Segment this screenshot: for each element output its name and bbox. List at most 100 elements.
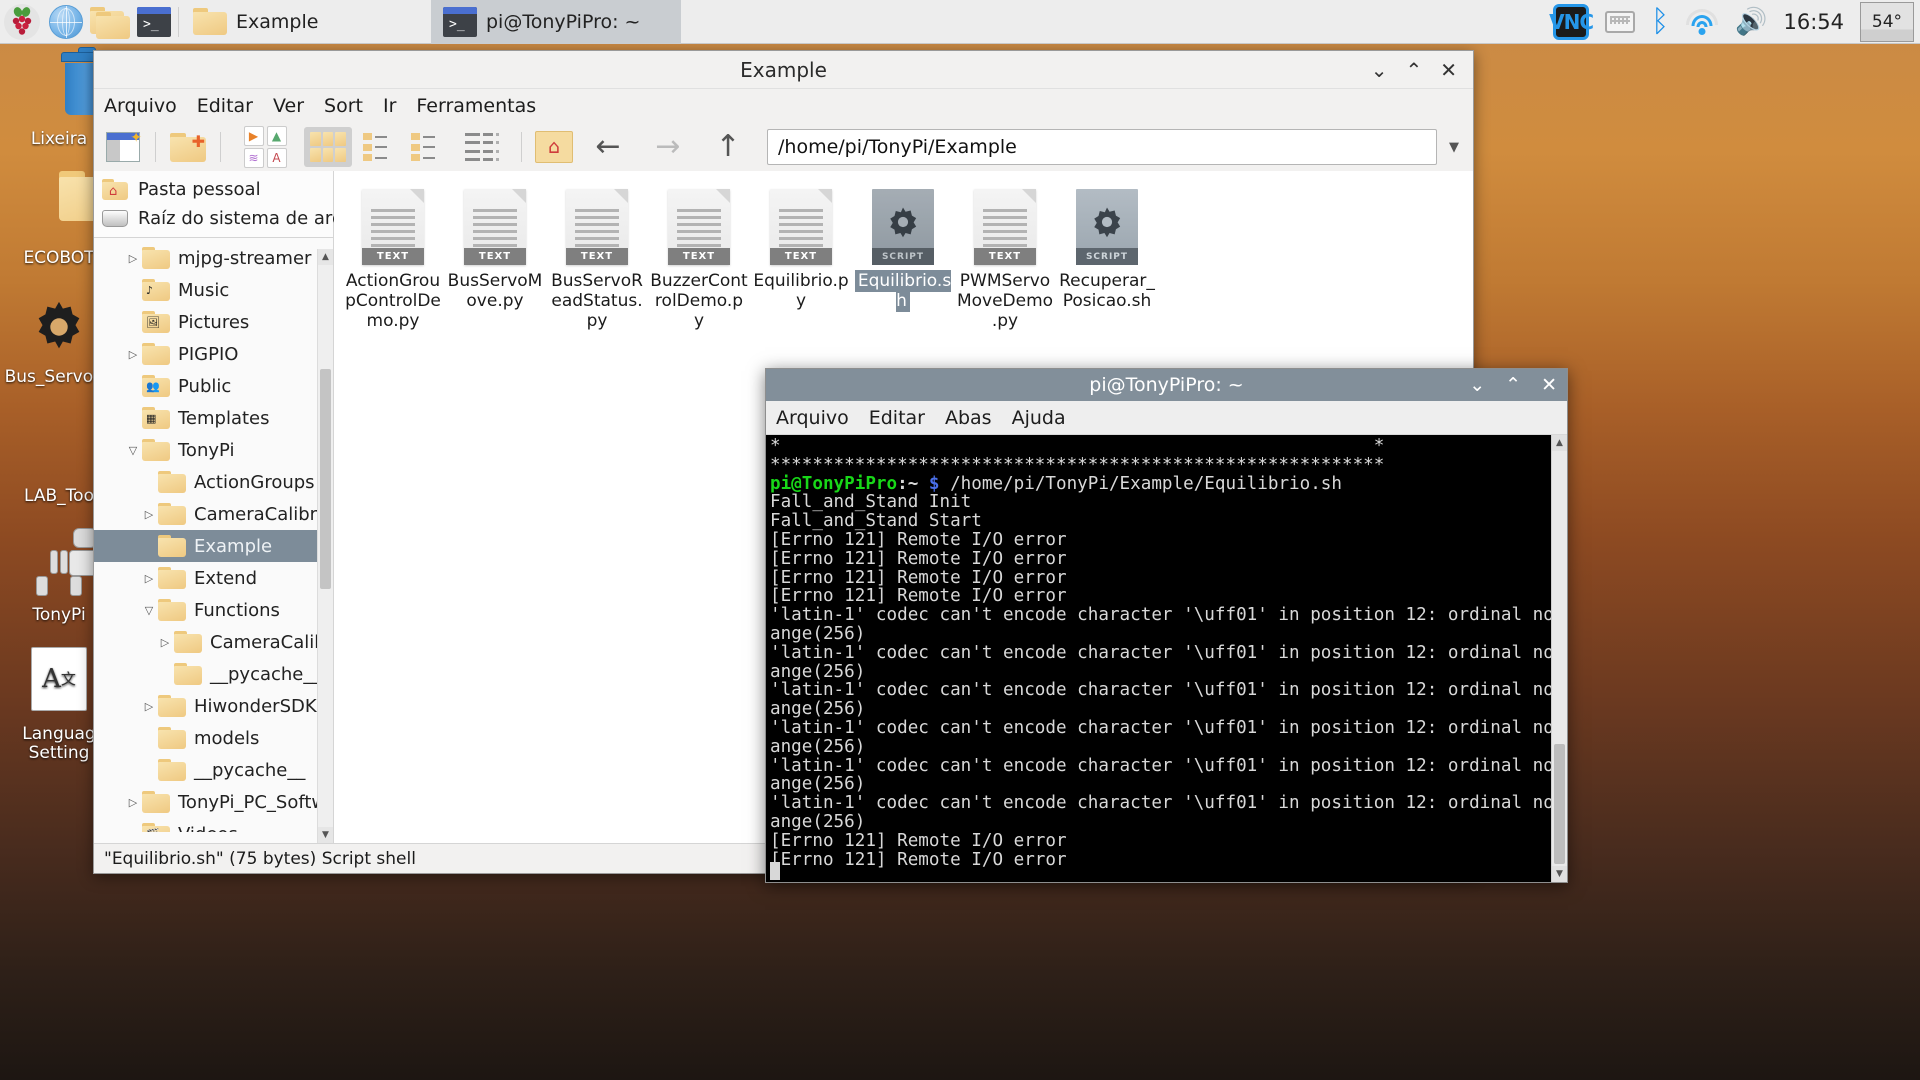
media-filters-button[interactable]: ▶ ▲ ≋ A [232, 126, 298, 168]
tree-item-models[interactable]: models [94, 722, 333, 754]
terminal-launcher-button[interactable]: >_ [132, 0, 176, 44]
file-name-label: Equilibrio.py [753, 271, 849, 311]
menu-ver[interactable]: Ver [273, 95, 304, 117]
file-item[interactable]: TEXT Equilibrio.py [750, 189, 852, 331]
tree-item-tonypi[interactable]: ▽ TonyPi [94, 434, 333, 466]
toolbar-separator [220, 132, 221, 162]
chevron-right-icon[interactable]: ▷ [156, 636, 174, 649]
scrollbar-thumb[interactable] [1554, 744, 1565, 864]
path-dropdown-button[interactable]: ▼ [1443, 129, 1465, 165]
chevron-right-icon[interactable]: ▷ [140, 572, 158, 585]
menu-editar[interactable]: Editar [869, 407, 925, 429]
maximize-button[interactable]: ⌃ [1505, 375, 1521, 395]
close-button[interactable]: ✕ [1541, 375, 1557, 395]
clock[interactable]: 16:54 [1783, 10, 1844, 34]
play-media-icon: ▶ [243, 126, 264, 146]
tree-item--pycache-[interactable]: __pycache__ [94, 658, 333, 690]
menu-sort[interactable]: Sort [324, 95, 363, 117]
menu-abas[interactable]: Abas [945, 407, 992, 429]
file-item[interactable]: TEXT BusServoReadStatus.py [546, 189, 648, 331]
file-manager-titlebar[interactable]: Example ⌄ ⌃ ✕ [94, 51, 1473, 89]
home-button[interactable]: ⌂ [533, 127, 575, 167]
scroll-down-icon[interactable]: ▼ [318, 827, 333, 843]
tree-item-music[interactable]: ♪ Music [94, 274, 333, 306]
chevron-right-icon[interactable]: ▷ [124, 252, 142, 265]
terminal-scrollbar[interactable]: ▲ ▼ [1551, 435, 1567, 882]
scroll-down-icon[interactable]: ▼ [1552, 866, 1567, 882]
compact-view-icon [363, 133, 395, 161]
chevron-down-icon[interactable]: ▽ [124, 444, 142, 457]
detail-view-button[interactable] [454, 127, 510, 167]
tree-item-actiongroups[interactable]: ActionGroups [94, 466, 333, 498]
file-item[interactable]: TEXT BuzzerControlDemo.py [648, 189, 750, 331]
chevron-right-icon[interactable]: ▷ [140, 700, 158, 713]
place-raiz-sistema[interactable]: Raíz do sistema de arqu... [94, 204, 372, 233]
folder-icon [158, 503, 186, 525]
tree-item-tonypi-pc-softwa[interactable]: ▷ TonyPi_PC_Softwa [94, 786, 333, 818]
raspberry-menu-button[interactable] [0, 0, 44, 44]
tree-item-videos[interactable]: 🎬 Videos [94, 818, 333, 832]
thumbnail-view-button[interactable] [406, 127, 448, 167]
path-input[interactable]: /home/pi/TonyPi/Example [767, 129, 1437, 165]
back-button[interactable]: ← [581, 127, 635, 167]
terminal-titlebar[interactable]: pi@TonyPiPro: ~ ⌄ ⌃ ✕ [766, 369, 1567, 401]
tree-item-extend[interactable]: ▷ Extend [94, 562, 333, 594]
up-button[interactable]: ↑ [701, 127, 755, 167]
scroll-up-icon[interactable]: ▲ [1552, 435, 1567, 451]
file-item[interactable]: TEXT ActionGroupControlDemo.py [342, 189, 444, 331]
wifi-icon[interactable] [1685, 8, 1719, 35]
tree-item-templates[interactable]: ▦ Templates [94, 402, 333, 434]
vnc-icon[interactable]: VNC [1549, 3, 1594, 40]
places-list: ⌂ Pasta pessoal Raíz do sistema de arqu.… [94, 171, 372, 238]
tree-item-public[interactable]: 👥 Public [94, 370, 333, 402]
minimize-button[interactable]: ⌄ [1469, 375, 1485, 395]
cpu-temperature-monitor[interactable]: 54° [1860, 1, 1914, 42]
web-browser-button[interactable] [44, 0, 88, 44]
file-item[interactable]: SCRIPT Equilibrio.sh [852, 189, 954, 331]
scroll-up-icon[interactable]: ▲ [318, 249, 333, 265]
file-manager-button[interactable] [88, 0, 132, 44]
tree-item-mjpg-streamer[interactable]: ▷ mjpg-streamer [94, 242, 333, 274]
menu-editar[interactable]: Editar [197, 95, 253, 117]
menu-ferramentas[interactable]: Ferramentas [416, 95, 536, 117]
tree-item-cameracalibratio[interactable]: ▷ CameraCalibratio [94, 498, 333, 530]
tree-item-hiwondersdk[interactable]: ▷ HiwonderSDK [94, 690, 333, 722]
tree-item-example[interactable]: Example [94, 530, 333, 562]
menu-arquivo[interactable]: Arquivo [104, 95, 177, 117]
maximize-button[interactable]: ⌃ [1405, 60, 1422, 80]
tree-item--pycache-[interactable]: __pycache__ [94, 754, 333, 786]
keyboard-icon[interactable] [1605, 10, 1636, 33]
compact-view-button[interactable] [358, 127, 400, 167]
volume-icon[interactable]: 🔊 [1735, 9, 1767, 35]
chevron-right-icon[interactable]: ▷ [140, 508, 158, 521]
forward-button[interactable]: → [641, 127, 695, 167]
bluetooth-icon[interactable]: ᛒ [1651, 6, 1669, 37]
taskbar-task-example[interactable]: Example [181, 0, 431, 44]
scrollbar-thumb[interactable] [320, 369, 331, 589]
tree-item-cameracalibrat[interactable]: ▷ CameraCalibrat [94, 626, 333, 658]
file-item[interactable]: SCRIPT Recuperar_Posicao.sh [1056, 189, 1158, 331]
tree-item-pigpio[interactable]: ▷ PIGPIO [94, 338, 333, 370]
chevron-right-icon[interactable]: ▷ [124, 348, 142, 361]
tree-item-label: ActionGroups [194, 471, 315, 493]
chevron-down-icon[interactable]: ▽ [140, 604, 158, 617]
menu-arquivo[interactable]: Arquivo [776, 407, 849, 429]
place-pasta-pessoal[interactable]: ⌂ Pasta pessoal [94, 175, 333, 204]
sidebar-scrollbar[interactable]: ▲ ▼ [317, 249, 333, 843]
chevron-right-icon[interactable]: ▷ [124, 796, 142, 809]
tree-item-label: Templates [178, 407, 270, 429]
icon-view-button[interactable] [304, 127, 352, 167]
close-button[interactable]: ✕ [1440, 60, 1457, 80]
file-item[interactable]: TEXT BusServoMove.py [444, 189, 546, 331]
terminal-screen[interactable]: * * ************************************… [766, 435, 1567, 882]
tree-item-pictures[interactable]: 🖼 Pictures [94, 306, 333, 338]
file-item[interactable]: TEXT PWMServoMoveDemo.py [954, 189, 1056, 331]
minimize-button[interactable]: ⌄ [1371, 60, 1388, 80]
menu-ajuda[interactable]: Ajuda [1012, 407, 1066, 429]
taskbar-task-terminal[interactable]: >_ pi@TonyPiPro: ~ [431, 0, 681, 44]
new-folder-button[interactable]: ✚ [167, 127, 209, 167]
menu-ir[interactable]: Ir [383, 95, 396, 117]
folder-icon [174, 663, 202, 685]
new-window-button[interactable]: ✦ [102, 127, 144, 167]
tree-item-functions[interactable]: ▽ Functions [94, 594, 333, 626]
